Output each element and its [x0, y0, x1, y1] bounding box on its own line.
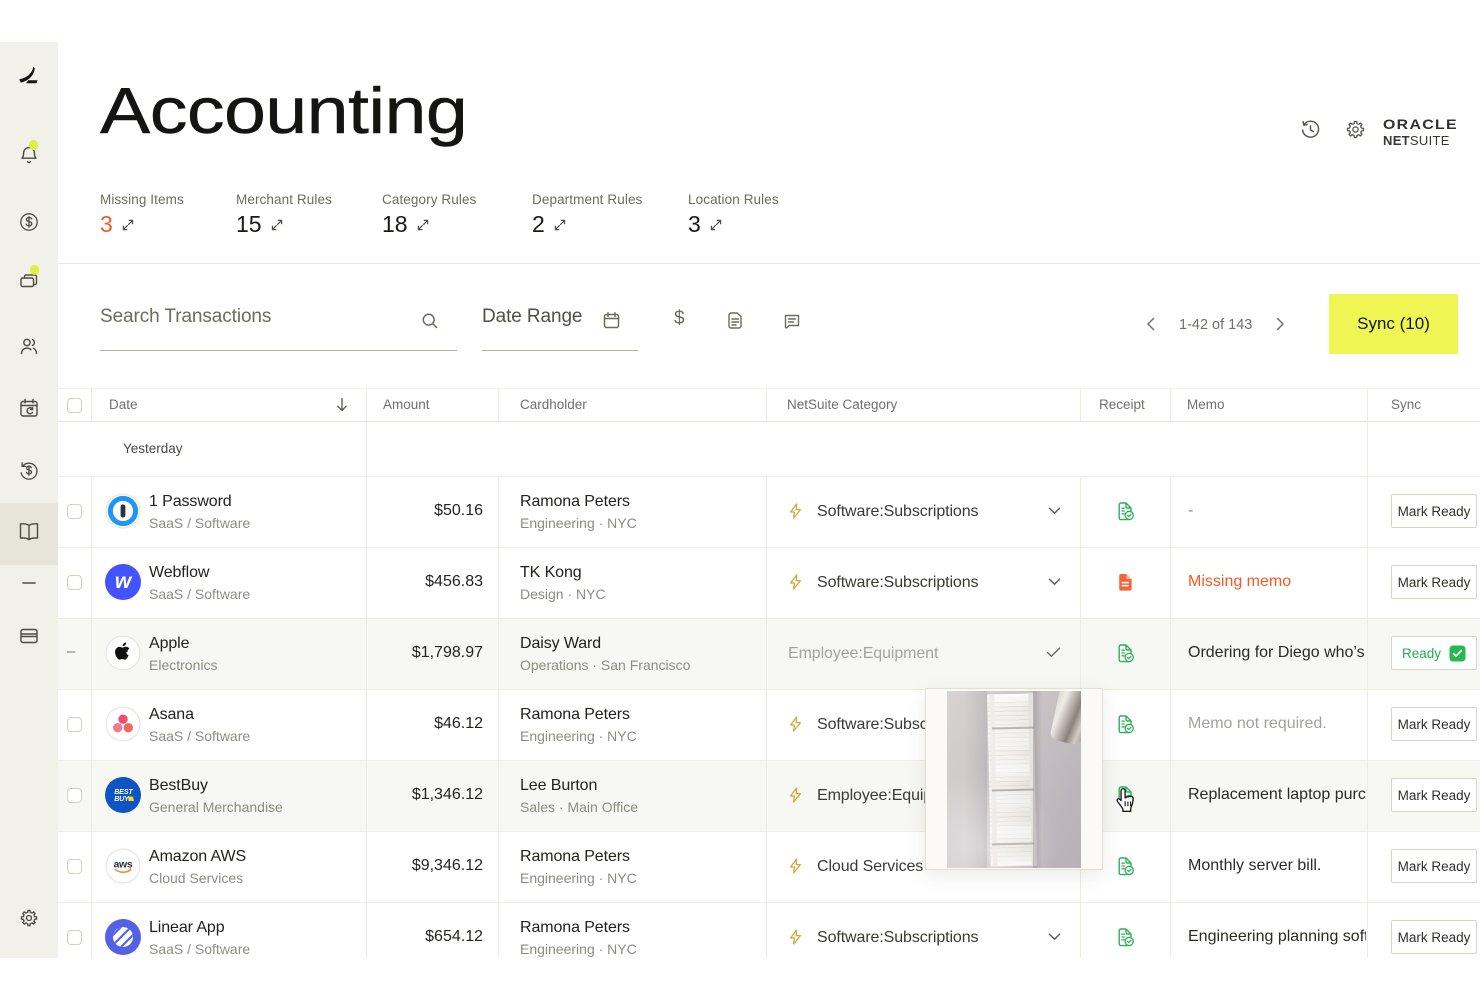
svg-text:BUY: BUY [114, 794, 130, 803]
svg-text:w: w [115, 570, 133, 593]
